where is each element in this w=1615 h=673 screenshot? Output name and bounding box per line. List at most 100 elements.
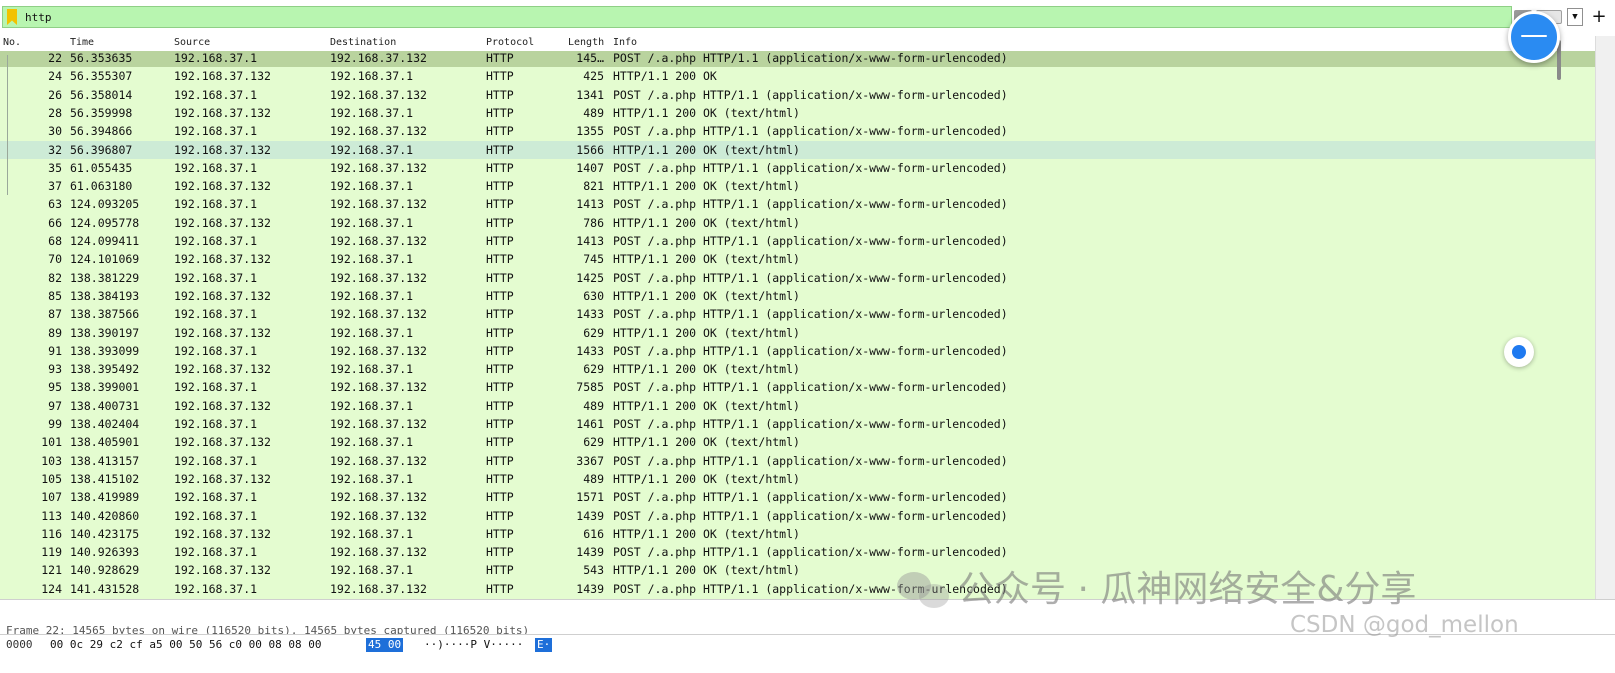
packet-source: 192.168.37.132 <box>174 526 271 541</box>
packet-protocol: HTTP <box>486 215 514 230</box>
packet-source: 192.168.37.1 <box>174 343 258 358</box>
packet-destination: 192.168.37.1 <box>330 69 414 84</box>
packet-length: 786 <box>583 215 604 230</box>
ascii-bytes-highlight[interactable]: E· <box>535 638 553 652</box>
packet-row[interactable]: 95 138.399001 192.168.37.1 192.168.37.132 HT… <box>0 378 1595 396</box>
packet-protocol: HTTP <box>486 453 514 468</box>
packet-protocol: HTTP <box>486 343 514 358</box>
packet-row[interactable]: 113 140.420860 192.168.37.1 192.168.37.132 H… <box>0 507 1595 525</box>
packet-destination: 192.168.37.132 <box>330 453 427 468</box>
side-helper-icon[interactable] <box>1504 337 1534 367</box>
filter-bookmark-icon[interactable] <box>7 9 17 25</box>
column-length[interactable]: Length <box>568 37 604 48</box>
display-filter-box[interactable] <box>2 6 1512 28</box>
packet-source: 192.168.37.132 <box>174 179 271 194</box>
packet-list[interactable]: 22 56.353635 192.168.37.1 192.168.37.132 HTT… <box>0 51 1595 599</box>
filter-dropdown-icon[interactable]: ▼ <box>1567 8 1583 26</box>
conversation-tree-line <box>7 55 8 195</box>
packet-info: HTTP/1.1 200 OK (text/html) <box>613 288 800 303</box>
packet-time: 138.395492 <box>70 362 140 377</box>
packet-info: POST /.a.php HTTP/1.1 (application/x-www… <box>613 51 1008 65</box>
packet-time: 56.359998 <box>70 105 133 120</box>
packet-time: 124.101069 <box>70 252 140 267</box>
floating-assistant-icon[interactable] <box>1508 11 1560 63</box>
packet-row[interactable]: 66 124.095778 192.168.37.132 192.168.37.1 HT… <box>0 214 1595 232</box>
packet-row[interactable]: 82 138.381229 192.168.37.1 192.168.37.132 HT… <box>0 269 1595 287</box>
packet-source: 192.168.37.1 <box>174 87 258 102</box>
packet-row[interactable]: 28 56.359998 192.168.37.132 192.168.37.1 HTT… <box>0 104 1595 122</box>
packet-row[interactable]: 119 140.926393 192.168.37.1 192.168.37.132 H… <box>0 543 1595 561</box>
packet-row[interactable]: 24 56.355307 192.168.37.132 192.168.37.1 HTT… <box>0 67 1595 85</box>
packet-info: POST /.a.php HTTP/1.1 (application/x-www… <box>613 270 1008 285</box>
column-no[interactable]: No. <box>3 37 21 48</box>
column-info[interactable]: Info <box>613 37 637 48</box>
packet-source: 192.168.37.1 <box>174 197 258 212</box>
packet-row[interactable]: 107 138.419989 192.168.37.1 192.168.37.132 H… <box>0 488 1595 506</box>
hex-bytes-highlight[interactable]: 45 00 <box>366 638 404 652</box>
packet-time: 141.431528 <box>70 581 140 596</box>
column-protocol[interactable]: Protocol <box>486 37 534 48</box>
packet-info: POST /.a.php HTTP/1.1 (application/x-www… <box>613 234 1008 248</box>
packet-row[interactable]: 30 56.394866 192.168.37.1 192.168.37.132 HTT… <box>0 122 1595 140</box>
packet-info: POST /.a.php HTTP/1.1 (application/x-www… <box>613 453 1008 468</box>
display-filter-input[interactable] <box>25 9 1465 25</box>
packet-source: 192.168.37.132 <box>174 325 271 340</box>
packet-info: POST /.a.php HTTP/1.1 (application/x-www… <box>613 160 1008 175</box>
packet-row[interactable]: 103 138.413157 192.168.37.1 192.168.37.132 H… <box>0 452 1595 470</box>
packet-row[interactable]: 97 138.400731 192.168.37.132 192.168.37.1 HT… <box>0 397 1595 415</box>
packet-no: 22 <box>48 51 62 65</box>
packet-length: 1425 <box>576 270 604 285</box>
packet-row[interactable]: 26 56.358014 192.168.37.1 192.168.37.132 HTT… <box>0 86 1595 104</box>
add-filter-button-icon[interactable]: + <box>1590 6 1608 28</box>
packet-row[interactable]: 70 124.101069 192.168.37.132 192.168.37.1 HT… <box>0 250 1595 268</box>
packet-row[interactable]: 93 138.395492 192.168.37.132 192.168.37.1 HT… <box>0 360 1595 378</box>
packet-row[interactable]: 91 138.393099 192.168.37.1 192.168.37.132 HT… <box>0 342 1595 360</box>
packet-row[interactable]: 22 56.353635 192.168.37.1 192.168.37.132 HTT… <box>0 51 1595 67</box>
packet-length: 3367 <box>576 453 604 468</box>
packet-row[interactable]: 63 124.093205 192.168.37.1 192.168.37.132 HT… <box>0 195 1595 213</box>
packet-info: HTTP/1.1 200 OK (text/html) <box>613 142 800 157</box>
ascii-bytes[interactable]: ··)····P V····· <box>424 638 523 652</box>
packet-source: 192.168.37.1 <box>174 51 258 65</box>
packet-source: 192.168.37.1 <box>174 124 258 139</box>
packet-destination: 192.168.37.1 <box>330 142 414 157</box>
packet-length: 1461 <box>576 417 604 431</box>
packet-row[interactable]: 89 138.390197 192.168.37.132 192.168.37.1 HT… <box>0 324 1595 342</box>
packet-info: HTTP/1.1 200 OK (text/html) <box>613 526 800 541</box>
packet-source: 192.168.37.132 <box>174 563 271 578</box>
packet-row[interactable]: 85 138.384193 192.168.37.132 192.168.37.1 HT… <box>0 287 1595 305</box>
packet-row[interactable]: 37 61.063180 192.168.37.132 192.168.37.1 HTT… <box>0 177 1595 195</box>
packet-length: 1439 <box>576 508 604 523</box>
packet-protocol: HTTP <box>486 51 514 65</box>
packet-info: HTTP/1.1 200 OK (text/html) <box>613 563 800 578</box>
packet-row[interactable]: 87 138.387566 192.168.37.1 192.168.37.132 HT… <box>0 305 1595 323</box>
packet-length: 745 <box>583 252 604 267</box>
packet-time: 138.387566 <box>70 307 140 322</box>
column-time[interactable]: Time <box>70 37 94 48</box>
packet-row[interactable]: 116 140.423175 192.168.37.132 192.168.37.1 H… <box>0 525 1595 543</box>
packet-row[interactable]: 99 138.402404 192.168.37.1 192.168.37.132 HT… <box>0 415 1595 433</box>
packet-row[interactable]: 101 138.405901 192.168.37.132 192.168.37.1 H… <box>0 433 1595 451</box>
packet-protocol: HTTP <box>486 471 514 486</box>
packet-info: HTTP/1.1 200 OK (text/html) <box>613 252 800 267</box>
packet-source: 192.168.37.132 <box>174 215 271 230</box>
packet-row[interactable]: 32 56.396807 192.168.37.132 192.168.37.1 HTT… <box>0 140 1595 159</box>
packet-info: POST /.a.php HTTP/1.1 (application/x-www… <box>613 380 1008 395</box>
column-destination[interactable]: Destination <box>330 37 396 48</box>
packet-row[interactable]: 68 124.099411 192.168.37.1 192.168.37.132 HT… <box>0 232 1595 250</box>
column-source[interactable]: Source <box>174 37 210 48</box>
packet-row[interactable]: 105 138.415102 192.168.37.132 192.168.37.1 H… <box>0 470 1595 488</box>
hex-bytes[interactable]: 00 0c 29 c2 cf a5 00 50 56 c0 00 08 08 0… <box>50 638 322 652</box>
packet-no: 87 <box>48 307 62 322</box>
packet-length: 630 <box>583 288 604 303</box>
packet-protocol: HTTP <box>486 197 514 212</box>
packet-protocol: HTTP <box>486 105 514 120</box>
packet-list-scrollbar[interactable] <box>1595 36 1615 599</box>
packet-time: 124.099411 <box>70 234 140 248</box>
packet-time: 140.928629 <box>70 563 140 578</box>
packet-protocol: HTTP <box>486 398 514 413</box>
packet-source: 192.168.37.1 <box>174 417 258 431</box>
packet-destination: 192.168.37.132 <box>330 51 427 65</box>
packet-row[interactable]: 35 61.055435 192.168.37.1 192.168.37.132 HTT… <box>0 159 1595 177</box>
packet-list-header: No. Time Source Destination Protocol Len… <box>0 36 1595 52</box>
